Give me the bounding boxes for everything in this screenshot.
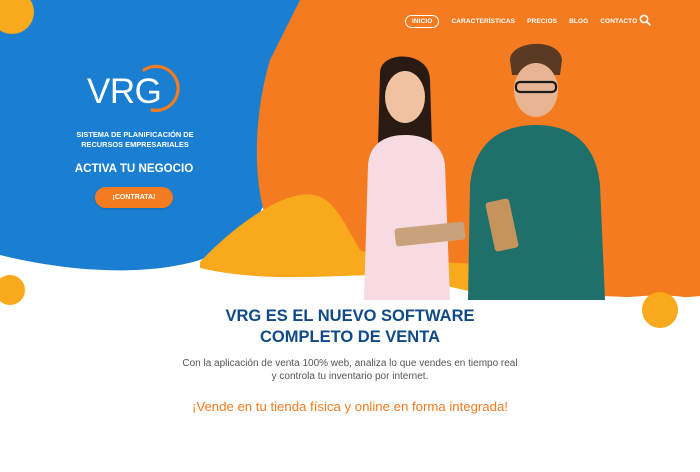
man-figure [468,43,605,300]
nav-item-inicio[interactable]: INICIO [405,15,440,28]
woman-figure [364,56,466,300]
description-line-1: Con la aplicación de venta 100% web, ana… [182,358,518,369]
headline-line-1: VRG ES EL NUEVO SOFTWARE [225,307,475,325]
description-line-2: y controla tu inventario por internet. [271,371,429,382]
main-description: Con la aplicación de venta 100% web, ana… [160,357,540,383]
tagline-line-1: SISTEMA DE PLANIFICACIÓN DE [76,130,194,139]
nav-item-precios[interactable]: PRECIOS [527,18,557,25]
logo-text: VRG [87,72,162,111]
nav-item-contacto[interactable]: CONTACTO [600,18,637,25]
nav-item-blog[interactable]: BLOG [569,18,588,25]
hero-tagline: SISTEMA DE PLANIFICACIÓN DE RECURSOS EMP… [62,130,208,149]
main-headline: VRG ES EL NUEVO SOFTWARE COMPLETO DE VEN… [180,306,520,348]
nav-item-caracteristicas[interactable]: CARACTERÍSTICAS [451,18,515,25]
main-nav: INICIO CARACTERÍSTICAS PRECIOS BLOG CONT… [405,15,654,28]
contract-button[interactable]: ¡CONTRATA! [95,187,173,208]
hero-people-image [364,43,605,300]
highlight-text: ¡Vende en tu tienda física y online en f… [192,399,508,414]
search-icon[interactable] [639,14,651,26]
headline-line-2: COMPLETO DE VENTA [260,328,440,346]
tagline-line-2: RECURSOS EMPRESARIALES [81,139,189,149]
cta-title: ACTIVA TU NEGOCIO [74,162,194,175]
